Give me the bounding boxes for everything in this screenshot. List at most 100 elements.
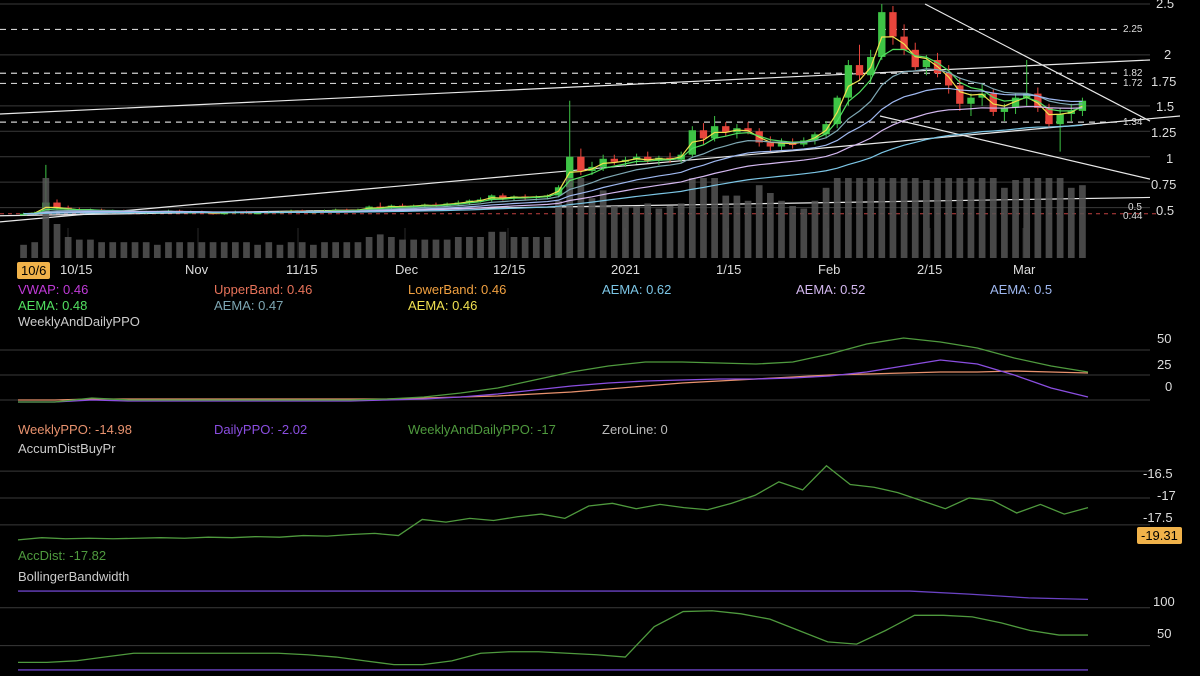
volume-bar	[198, 242, 206, 258]
volume-bar	[220, 242, 228, 258]
volume-bar	[521, 237, 529, 258]
volume-bar	[622, 206, 629, 258]
volume-bar	[142, 242, 150, 258]
volume-bar	[443, 239, 451, 258]
candle-body	[1078, 100, 1087, 111]
candle-body	[855, 65, 864, 76]
price-y-tick: 1.5	[1156, 99, 1175, 114]
x-tick: Feb	[818, 262, 841, 277]
volume-bar	[978, 178, 986, 258]
volume-bar	[243, 242, 250, 258]
volume-bar	[20, 244, 27, 258]
volume-bar	[232, 242, 239, 258]
volume-bar	[165, 242, 172, 258]
volume-bar	[410, 239, 418, 258]
volume-bar	[466, 237, 473, 258]
accdist-line	[17, 464, 1089, 541]
volume-bar	[388, 237, 395, 258]
volume-bar	[755, 185, 763, 258]
bbw-panel-title: BollingerBandwidth	[18, 569, 130, 584]
volume-bar	[532, 237, 540, 258]
x-tick: Nov	[185, 262, 209, 277]
ppo-y-tick: 0	[1165, 379, 1173, 394]
x-tick: 12/15	[493, 262, 526, 277]
volume-bar	[945, 178, 953, 258]
volume-bar	[254, 244, 261, 258]
ppo-y-tick: 50	[1157, 331, 1172, 346]
volume-bar	[856, 178, 863, 258]
volume-bar	[332, 242, 339, 258]
volume-bar	[109, 242, 117, 258]
candle-body	[699, 130, 708, 139]
price-y-tick: 1	[1166, 151, 1174, 166]
volume-bar	[744, 200, 752, 258]
volume-bar	[1067, 187, 1075, 258]
x-tick: Dec	[395, 262, 419, 277]
volume-bar	[577, 178, 585, 258]
legend-aema: AEMA: 0.5	[990, 282, 1053, 297]
ppo-y-tick: 25	[1157, 357, 1172, 372]
daily-ppo-line	[18, 359, 1089, 403]
volume-bar	[276, 244, 284, 258]
price-fib-label: 0.44	[1123, 211, 1143, 222]
volume-bar	[911, 178, 919, 258]
volume-bar	[644, 203, 652, 258]
volume-bar	[1079, 185, 1086, 258]
volume-bar	[900, 178, 908, 258]
volume-bar	[53, 224, 61, 258]
accdist-y-tick: -16.5	[1143, 466, 1173, 481]
legend-aema: AEMA: 0.46	[408, 298, 478, 313]
volume-bar	[800, 208, 808, 258]
volume-bar	[153, 244, 161, 258]
legend-aema: AEMA: 0.48	[18, 298, 88, 313]
volume-bar	[867, 178, 874, 258]
volume-bar	[499, 231, 507, 258]
candle-body	[1045, 107, 1053, 125]
volume-bar	[934, 178, 941, 258]
legend-upperband: UpperBand: 0.46	[214, 282, 313, 297]
volume-bar	[131, 242, 139, 258]
volume-bar	[298, 242, 306, 258]
volume-bar	[878, 178, 886, 258]
bollinger-upper-line	[18, 590, 1089, 601]
volume-bar	[120, 242, 128, 258]
volume-bar	[376, 234, 384, 258]
bbw-y-tick: 100	[1153, 594, 1175, 609]
accdist-panel-title: AccumDistBuyPr	[18, 441, 116, 456]
volume-bar	[98, 242, 105, 258]
volume-bar	[488, 231, 496, 258]
volume-bar	[454, 237, 462, 258]
volume-bar	[209, 242, 217, 258]
volume-bar	[1001, 187, 1008, 258]
legend-weekly-daily-ppo: WeeklyAndDailyPPO: -17	[408, 422, 556, 437]
legend-accdist: AccDist: -17.82	[18, 548, 107, 563]
chart-canvas	[0, 3, 1181, 671]
price-y-tick: 1.25	[1151, 125, 1177, 140]
price-fib-label: 2.25	[1123, 24, 1143, 35]
volume-bar	[399, 239, 406, 258]
volume-bar	[354, 242, 362, 258]
candle-body	[878, 12, 886, 57]
volume-bar	[655, 208, 663, 258]
volume-bar	[956, 178, 964, 258]
legend-weekly-ppo: WeeklyPPO: -14.98	[18, 422, 132, 437]
volume-bar	[989, 178, 997, 258]
volume-bar	[923, 180, 930, 258]
candle-body	[967, 97, 975, 104]
price-fib-label: 1.34	[1123, 117, 1143, 128]
volume-bar	[666, 206, 674, 258]
candle-body	[889, 12, 897, 37]
volume-bar	[265, 242, 273, 258]
volume-bar	[845, 178, 852, 258]
volume-bar	[510, 237, 518, 258]
legend-aema: AEMA: 0.47	[214, 298, 284, 313]
ppo-panel-title: WeeklyAndDailyPPO	[18, 314, 140, 329]
x-tick: 11/15	[286, 262, 318, 277]
volume-bar	[287, 242, 295, 258]
volume-bar	[176, 242, 183, 258]
legend-daily-ppo: DailyPPO: -2.02	[214, 422, 308, 437]
x-axis-start-badge: 10/6	[17, 262, 51, 279]
accdist-y-tick: -17	[1157, 488, 1176, 503]
volume-bar	[42, 178, 50, 258]
volume-bar	[555, 200, 562, 258]
